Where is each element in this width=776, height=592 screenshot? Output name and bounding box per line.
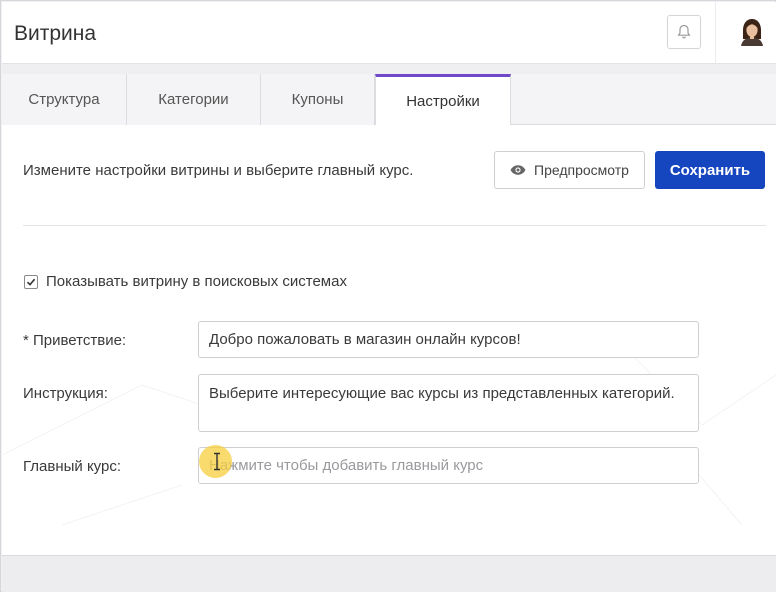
tab-label: Купоны: [291, 91, 344, 108]
tab-label: Структура: [28, 91, 100, 108]
save-button[interactable]: Сохранить: [655, 151, 765, 189]
instruction-textarea[interactable]: Выберите интересующие вас курсы из предс…: [198, 374, 699, 432]
tab-bar: Структура Категории Купоны Настройки: [2, 74, 776, 126]
header-divider: [715, 2, 716, 64]
tab-structure[interactable]: Структура: [2, 74, 127, 125]
main-course-label: Главный курс:: [23, 458, 122, 475]
tab-label: Настройки: [406, 93, 480, 110]
top-bar: Витрина: [2, 2, 776, 64]
tab-categories[interactable]: Категории: [127, 74, 261, 125]
bell-icon: [677, 24, 691, 39]
checkmark-icon: [26, 278, 36, 286]
text-cursor-icon: [214, 452, 220, 471]
main-course-placeholder: Нажмите чтобы добавить главный курс: [209, 457, 484, 474]
instruction-value: Выберите интересующие вас курсы из предс…: [209, 385, 675, 402]
user-avatar[interactable]: [737, 16, 767, 46]
app-window: Витрина Структура Категории Купоны Настр…: [0, 0, 776, 592]
preview-button-label: Предпросмотр: [534, 162, 629, 178]
instruction-label: Инструкция:: [23, 385, 108, 402]
preview-button[interactable]: Предпросмотр: [494, 151, 645, 189]
tab-coupons[interactable]: Купоны: [261, 74, 375, 125]
save-button-label: Сохранить: [669, 161, 751, 179]
page-title: Витрина: [14, 22, 97, 45]
eye-icon: [510, 165, 526, 175]
header-gap: [2, 64, 776, 74]
search-visibility-checkbox[interactable]: [24, 274, 38, 289]
greeting-label: * Приветствие:: [23, 332, 127, 349]
main-course-input[interactable]: Нажмите чтобы добавить главный курс: [198, 447, 699, 484]
settings-description: Измените настройки витрины и выберите гл…: [23, 162, 414, 179]
tab-settings[interactable]: Настройки: [375, 74, 511, 126]
settings-panel: Измените настройки витрины и выберите гл…: [2, 125, 776, 555]
divider: [23, 225, 766, 226]
greeting-value: Добро пожаловать в магазин онлайн курсов…: [209, 331, 521, 348]
footer-bar: [2, 555, 776, 592]
search-visibility-label: Показывать витрину в поисковых системах: [46, 273, 347, 290]
tab-label: Категории: [158, 91, 229, 108]
search-visibility-option[interactable]: Показывать витрину в поисковых системах: [24, 273, 347, 290]
greeting-input[interactable]: Добро пожаловать в магазин онлайн курсов…: [198, 321, 699, 358]
notifications-button[interactable]: [667, 15, 701, 49]
